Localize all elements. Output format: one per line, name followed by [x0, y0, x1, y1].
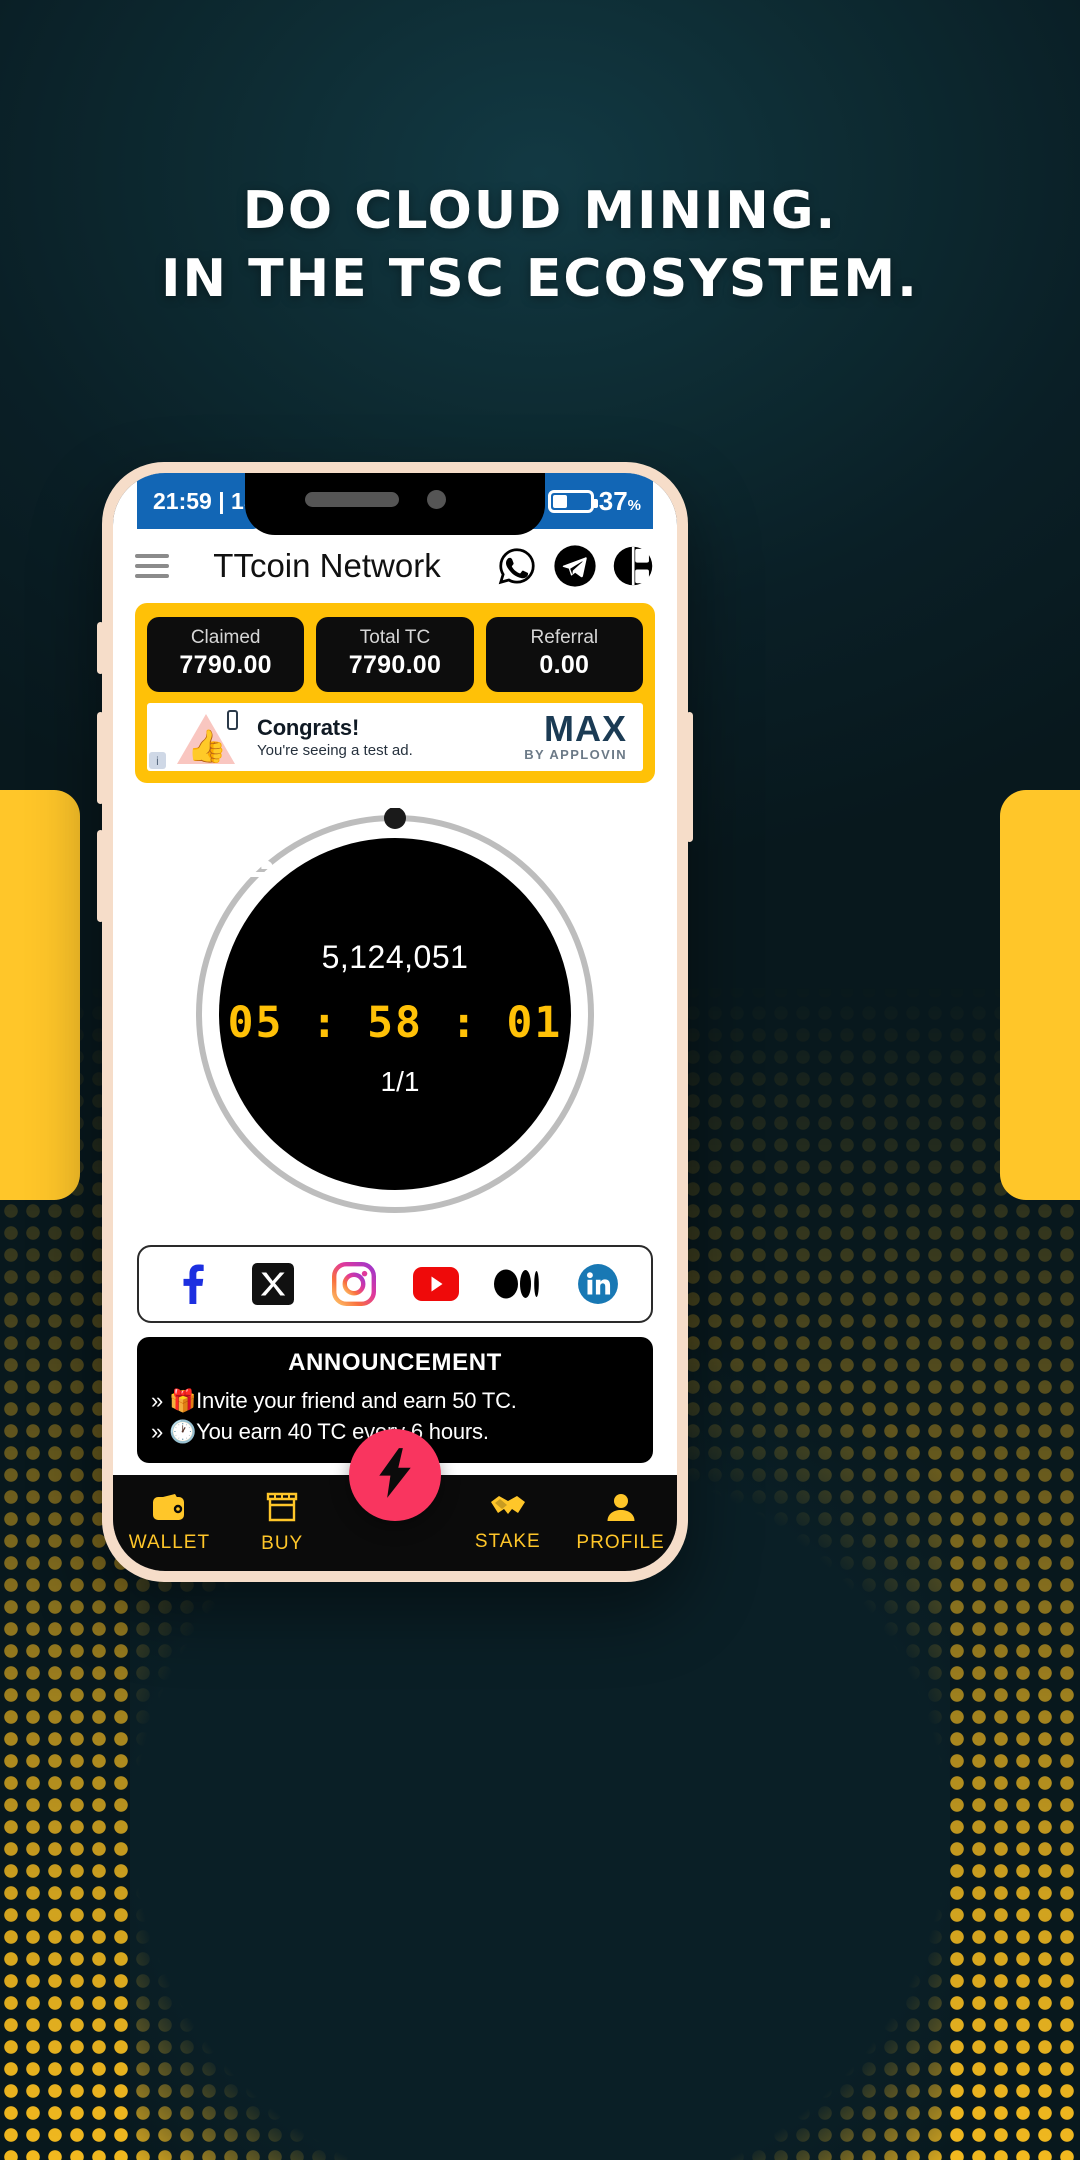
medium-icon[interactable] [492, 1259, 542, 1309]
facebook-icon[interactable] [167, 1259, 217, 1309]
nav-label: WALLET [128, 1532, 211, 1553]
lightning-bolt-icon [378, 1447, 412, 1503]
nav-item-wallet[interactable]: WALLET [113, 1492, 226, 1554]
whatsapp-icon[interactable] [495, 544, 539, 588]
hamburger-menu-icon[interactable] [135, 554, 169, 578]
stats-card: Claimed 7790.00 Total TC 7790.00 Referra… [135, 603, 655, 783]
ad-phone-icon [227, 710, 238, 730]
boost-value: 1/1 [380, 1066, 420, 1098]
phone-screen-frame: TTcoin Network Claimed 7790.00 Total TC … [113, 473, 677, 1571]
nav-label: STAKE [474, 1531, 541, 1552]
wallet-icon [113, 1492, 226, 1528]
ad-copy: Congrats! You're seeing a test ad. [247, 715, 524, 759]
instagram-icon[interactable] [329, 1259, 379, 1309]
phone-side-button [97, 622, 104, 674]
ad-brand-name: MAX [544, 708, 627, 750]
mining-section: 5,124,051 05 : 58 : 01 1/1 [113, 783, 677, 1245]
bottom-navigation: WALLET BUY STAKE PROFILE [113, 1429, 677, 1571]
stat-referral[interactable]: Referral 0.00 [485, 617, 643, 692]
decorative-yellow-slab-right [1000, 790, 1080, 1200]
headline-line-1: DO CLOUD MINING. [242, 181, 838, 241]
decorative-yellow-slab-left [0, 790, 80, 1200]
ad-brand-logo: MAX BY APPLOVIN [524, 708, 627, 762]
nav-item-stake[interactable]: STAKE [451, 1493, 564, 1553]
nav-item-buy[interactable]: BUY [226, 1491, 339, 1555]
mining-boost-row[interactable]: 1/1 [220, 837, 420, 1098]
mining-core[interactable]: 5,124,051 05 : 58 : 01 1/1 [219, 837, 571, 1190]
youtube-icon[interactable] [411, 1259, 461, 1309]
ad-brand-sub: BY APPLOVIN [524, 746, 627, 762]
earpiece-speaker [305, 492, 399, 507]
stats-row: Claimed 7790.00 Total TC 7790.00 Referra… [147, 617, 643, 692]
phone-volume-up-button [97, 712, 104, 804]
nav-item-profile[interactable]: PROFILE [564, 1492, 677, 1554]
stats-section: Claimed 7790.00 Total TC 7790.00 Referra… [113, 603, 677, 783]
mining-progress-ring[interactable]: 5,124,051 05 : 58 : 01 1/1 [189, 807, 601, 1220]
phone-mockup: TTcoin Network Claimed 7790.00 Total TC … [97, 462, 693, 1582]
mining-fab-button[interactable] [349, 1429, 441, 1521]
stat-total-tc[interactable]: Total TC 7790.00 [316, 617, 474, 692]
nav-label: BUY [261, 1533, 304, 1554]
announcement-title: ANNOUNCEMENT [288, 1348, 502, 1376]
handshake-icon [451, 1493, 564, 1527]
ad-title: Congrats! [257, 715, 360, 740]
phone-notch [245, 473, 545, 535]
ad-subtitle: You're seeing a test ad. [257, 742, 413, 759]
stat-value: 7790.00 [179, 651, 272, 679]
stat-label: Claimed [190, 627, 261, 648]
active-user-count: 5,124,051 [321, 939, 469, 976]
stat-label: Referral [530, 627, 599, 648]
stat-label: Total TC [359, 627, 431, 648]
ad-illustration: 👍 [163, 708, 247, 766]
app-screen: TTcoin Network Claimed 7790.00 Total TC … [113, 473, 677, 1571]
ring-progress-handle [384, 807, 406, 829]
announcement-line-1: » 🎁Invite your friend and earn 50 TC. [151, 1387, 517, 1413]
mining-countdown-timer: 05 : 58 : 01 [227, 998, 563, 1049]
page-title: TTcoin Network [213, 547, 441, 584]
phone-power-button [686, 712, 693, 842]
x-twitter-icon[interactable] [248, 1259, 298, 1309]
phone-volume-down-button [97, 830, 104, 922]
store-icon [226, 1491, 339, 1529]
nav-label: PROFILE [576, 1532, 665, 1553]
stat-value: 0.00 [539, 651, 590, 679]
telegram-icon[interactable] [553, 544, 597, 588]
stat-value: 7790.00 [348, 651, 442, 679]
headline-line-2: IN THE TSC ECOSYSTEM. [161, 248, 919, 309]
app-header: TTcoin Network [113, 529, 677, 603]
stat-claimed[interactable]: Claimed 7790.00 [147, 617, 305, 692]
dashboard-pie-icon[interactable] [611, 544, 655, 588]
social-links-bar [137, 1244, 653, 1323]
thumbs-up-icon: 👍 [187, 728, 227, 764]
front-camera [427, 490, 446, 509]
ad-banner[interactable]: i 👍 Congrats! You're seeing a test ad. M… [147, 703, 643, 771]
person-icon [564, 1492, 677, 1528]
linkedin-icon[interactable] [573, 1259, 623, 1309]
promo-headline: DO CLOUD MINING. IN THE TSC ECOSYSTEM. [0, 178, 1080, 313]
